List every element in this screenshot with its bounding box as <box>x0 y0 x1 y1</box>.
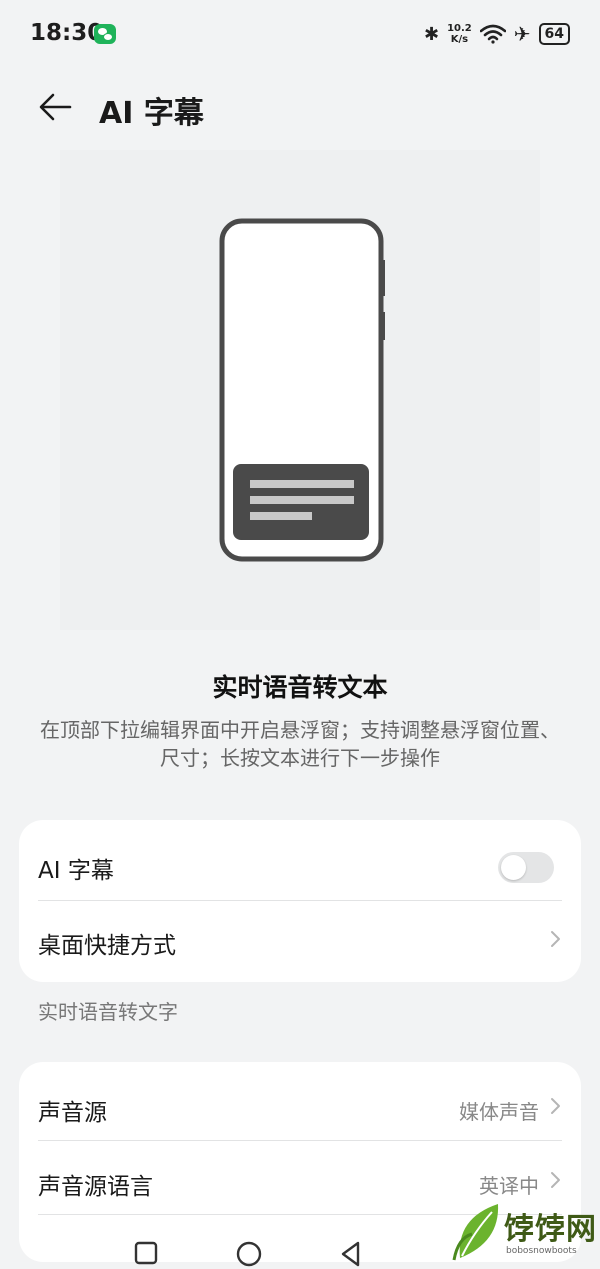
page-title: AI 字幕 <box>99 96 204 131</box>
source-language-label: 声音源语言 <box>38 1174 153 1200</box>
feature-title: 实时语音转文本 <box>212 673 388 702</box>
ai-subtitle-toggle[interactable] <box>498 852 554 883</box>
recent-apps-button[interactable] <box>133 1240 159 1266</box>
network-speed: 10.2 K/s <box>447 23 472 45</box>
chevron-right-icon <box>551 1098 560 1114</box>
status-icons: ✱ 10.2 K/s ✈ 64 <box>424 20 570 48</box>
feature-description: 在顶部下拉编辑界面中开启悬浮窗；支持调整悬浮窗位置、尺寸；长按文本进行下一步操作 <box>40 718 560 770</box>
leaf-logo-icon <box>452 1204 499 1261</box>
watermark-text: 饽饽网 <box>504 1212 597 1247</box>
settings-card-main: AI 字幕 桌面快捷方式 <box>19 820 581 982</box>
desktop-shortcut-row[interactable]: 桌面快捷方式 <box>19 900 581 978</box>
toggle-knob <box>501 855 526 880</box>
sound-source-label: 声音源 <box>38 1100 107 1126</box>
ai-subtitle-label: AI 字幕 <box>38 858 114 884</box>
sound-source-row[interactable]: 声音源 媒体声音 <box>19 1067 581 1145</box>
wechat-icon <box>94 24 116 44</box>
sound-source-value: 媒体声音 <box>459 1100 539 1124</box>
watermark-subtext: bobosnowboots <box>506 1246 577 1256</box>
source-language-value: 英译中 <box>479 1174 539 1198</box>
back-button[interactable] <box>36 88 76 128</box>
speed-unit: K/s <box>450 34 469 45</box>
arrow-left-icon <box>39 93 72 121</box>
chevron-right-icon <box>551 1172 560 1188</box>
desktop-shortcut-label: 桌面快捷方式 <box>38 933 176 959</box>
watermark-logo: 饽饽网 bobosnowboots <box>444 1196 600 1269</box>
wifi-icon <box>479 24 506 44</box>
chevron-right-icon <box>551 931 560 947</box>
airplane-icon: ✈ <box>513 22 531 46</box>
bluetooth-icon: ✱ <box>423 23 440 45</box>
home-button[interactable] <box>235 1240 263 1268</box>
feature-illustration <box>60 150 540 630</box>
phone-illustration <box>219 218 385 562</box>
status-bar: 18:30 ✱ 10.2 K/s ✈ 64 <box>0 0 600 66</box>
status-time: 18:30 <box>30 20 104 46</box>
back-nav-button[interactable] <box>338 1240 364 1268</box>
speed-value: 10.2 <box>447 23 472 34</box>
ai-subtitle-row[interactable]: AI 字幕 <box>19 825 581 903</box>
battery-icon: 64 <box>538 23 570 45</box>
section-label: 实时语音转文字 <box>38 1000 178 1024</box>
